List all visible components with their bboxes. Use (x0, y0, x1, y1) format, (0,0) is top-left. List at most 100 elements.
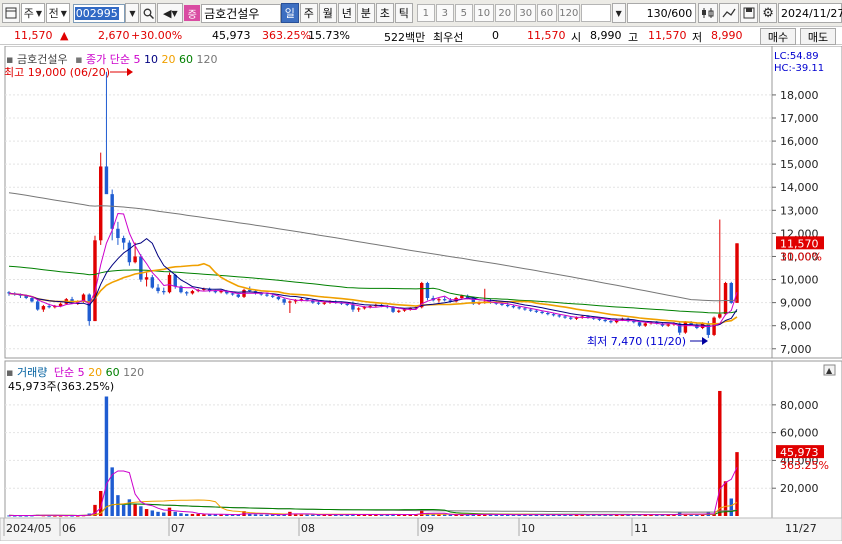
interval-button-5[interactable]: 5 (454, 4, 473, 22)
interval-button-120[interactable]: 120 (557, 4, 580, 22)
volume-bar (144, 509, 149, 516)
candle-body (351, 304, 355, 310)
hts-chart-window: 주 ▼ 전 ▼ 002995 ▼ ◀ ▼ 증 금호건설우 일주월년분초틱 1 3 5 10 2… (0, 0, 842, 542)
candle-body (167, 274, 172, 293)
candle-body (557, 315, 562, 317)
volume-bar (179, 513, 183, 516)
min-price-label: 최저 7,470 (11/20) (587, 335, 687, 348)
candle-body (213, 291, 218, 293)
chart-svg[interactable]: 18,00017,00016,00015,00014,00013,00012,0… (0, 45, 842, 542)
period-tab-4[interactable]: 분 (356, 3, 375, 23)
candle-body (397, 310, 401, 312)
candle-body (127, 242, 132, 263)
window-icon-button[interactable] (2, 3, 20, 23)
volume-bar (305, 514, 309, 516)
candle-body (316, 302, 321, 304)
candle-body (643, 323, 648, 326)
candle-body (505, 304, 510, 307)
indicator-button[interactable] (719, 3, 740, 23)
search-button[interactable] (140, 3, 157, 23)
gear-icon: ⚙ (762, 5, 774, 21)
quote-bar: 11,570 ▲ 2,670 +30.00% 45,973 363.25% 15… (0, 27, 842, 45)
period-tab-3[interactable]: 년 (337, 3, 356, 23)
candle-body (288, 301, 292, 303)
stock-code-value: 002995 (74, 6, 119, 20)
open-label: 시 (571, 31, 582, 44)
candle-body (534, 310, 539, 312)
candle-body (511, 306, 516, 308)
price-tick-label: 9,000 (780, 297, 812, 310)
buy-button[interactable]: 매수 (760, 28, 796, 45)
interval-button-30[interactable]: 30 (515, 4, 536, 22)
interval-button-1[interactable]: 1 (416, 4, 435, 22)
candle-body (597, 318, 602, 320)
volume-bar (156, 511, 160, 516)
chart-area[interactable]: 18,000 17,000 16,000 15,000 14,000 13,000 12,0… (0, 45, 842, 542)
period-tab-0[interactable]: 일 (280, 3, 299, 23)
candle-body (265, 294, 269, 296)
price-tick-label: 8,000 (780, 320, 812, 333)
stock-code-input[interactable]: 002995 (72, 3, 126, 23)
trend-line-icon (722, 8, 736, 18)
chevron-down-icon: ▼ (60, 8, 67, 18)
interval-button-20[interactable]: 20 (494, 4, 515, 22)
candle-type-button[interactable] (698, 3, 719, 23)
sound-button[interactable]: ◀ ▼ (157, 3, 184, 23)
candle-body (35, 301, 40, 310)
chevron-down-icon: ▼ (35, 8, 42, 18)
low-label: 저 (692, 31, 703, 44)
settings-button[interactable]: ⚙ (759, 3, 777, 23)
volume-bar (442, 514, 447, 516)
code-dropdown-button[interactable]: ▼ (125, 3, 140, 23)
stock-name-field[interactable]: 금호건설우 (201, 3, 281, 23)
low-price: 8,990 (711, 29, 743, 42)
sell-button[interactable]: 매도 (800, 28, 836, 45)
volume-bar (167, 507, 172, 516)
date-field[interactable]: 2024/11/27 (777, 3, 842, 23)
volume-bar (173, 511, 177, 516)
candle-body (546, 313, 550, 315)
candlestick-icon (702, 8, 714, 18)
candle-body (236, 294, 241, 297)
candle-body (563, 316, 567, 318)
ma60-label: 60 (179, 53, 194, 66)
volume-bar (729, 498, 733, 516)
save-icon (743, 7, 755, 19)
x-axis-label: 11 (634, 522, 648, 535)
interval-button-3[interactable]: 3 (435, 4, 454, 22)
x-axis-label: 06 (62, 522, 76, 535)
period-tab-1[interactable]: 주 (299, 3, 318, 23)
volume-bar (162, 512, 166, 516)
bar-count-field[interactable]: 130/600 (626, 3, 697, 23)
max-price-label: 최고 19,000 (06/20) (4, 66, 111, 79)
volume-bar (150, 510, 155, 516)
interval-dropdown[interactable]: ▼ (611, 3, 626, 23)
last-price-tag-text: 11,570 (780, 237, 819, 250)
interval-button-10[interactable]: 10 (473, 4, 494, 22)
interval-slider[interactable] (580, 4, 611, 22)
period-tab-2[interactable]: 월 (318, 3, 337, 23)
hc-value: HC:-39.11 (774, 63, 825, 74)
market-badge: 증 (184, 5, 201, 21)
save-button[interactable] (740, 3, 759, 23)
price-change: 2,670 (98, 29, 130, 42)
ma5-label: 5 (133, 53, 141, 66)
price-change-pct: +30.00% (131, 29, 183, 42)
candle-body (540, 311, 544, 313)
candle-body (517, 307, 521, 309)
current-price: 11,570 (14, 29, 53, 42)
search-type-select[interactable]: 전 ▼ (45, 3, 70, 23)
turnover-rate: 15.73% (308, 29, 350, 42)
candle-body (184, 292, 189, 294)
period-tab-6[interactable]: 틱 (394, 3, 413, 23)
chevron-down-icon: ▼ (129, 8, 136, 18)
period-tab-5[interactable]: 초 (375, 3, 394, 23)
candle-body (637, 322, 642, 326)
volume-value: 45,973 (212, 29, 251, 42)
ma120-label: 120 (196, 53, 218, 66)
interval-button-60[interactable]: 60 (536, 4, 557, 22)
candle-body (162, 291, 166, 293)
open-price: 8,990 (590, 29, 622, 42)
market-type-select[interactable]: 주 ▼ (20, 3, 45, 23)
volume-bar (127, 499, 132, 516)
